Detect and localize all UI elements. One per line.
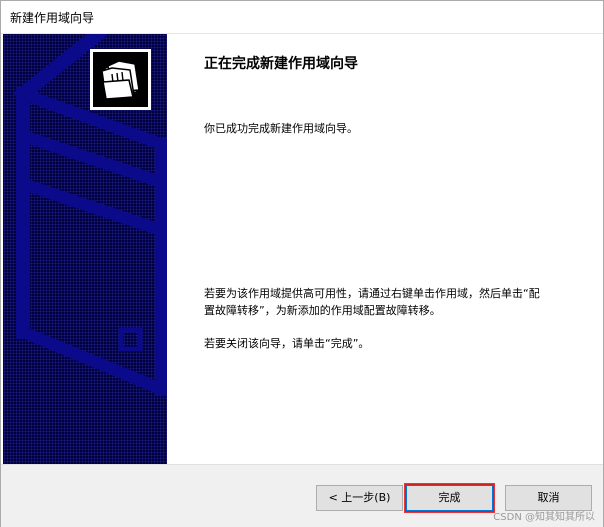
success-message: 你已成功完成新建作用域向导。	[204, 122, 358, 135]
watermark: CSDN @知其知其所以	[493, 512, 595, 523]
wizard-footer: < 上一步(B) 完成 取消 CSDN @知其知其所以	[1, 464, 603, 527]
window-title: 新建作用域向导	[10, 11, 95, 25]
wizard-banner	[3, 34, 167, 464]
back-button[interactable]: < 上一步(B)	[316, 485, 403, 511]
folders-icon	[90, 49, 151, 110]
finish-button[interactable]: 完成	[406, 485, 493, 511]
wizard-window: 新建作用域向导 正在完成新建作用域向导 你已成功完成新建作用域向导。 若要为该作…	[0, 0, 604, 527]
wizard-content: 正在完成新建作用域向导 你已成功完成新建作用域向导。 若要为该作用域提供高可用性…	[168, 34, 603, 464]
title-bar[interactable]: 新建作用域向导	[1, 1, 603, 34]
failover-instructions: 若要为该作用域提供高可用性，请通过右键单击作用域，然后单击“配置故障转移”，为新…	[204, 287, 540, 317]
close-instructions: 若要关闭该向导，请单击“完成”。	[204, 337, 370, 350]
page-title: 正在完成新建作用域向导	[204, 56, 358, 72]
